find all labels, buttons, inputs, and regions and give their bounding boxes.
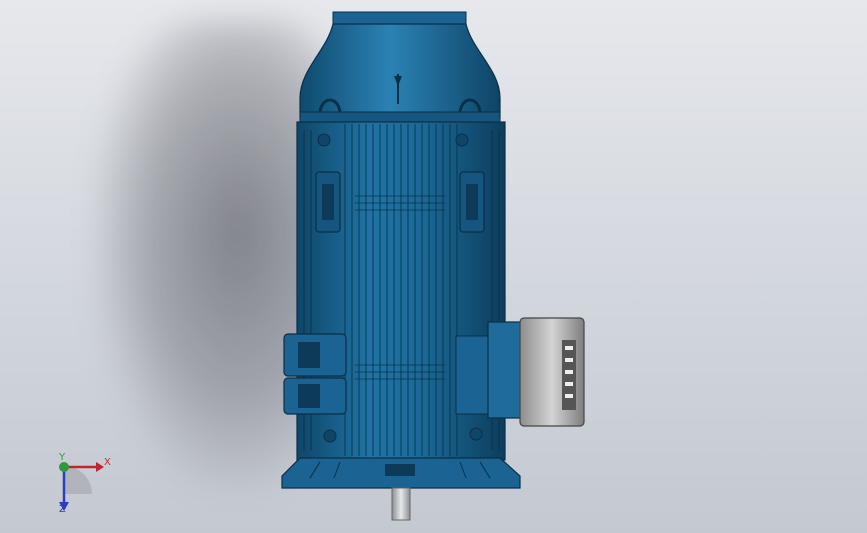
coordinate-triad: X Y Z: [40, 452, 120, 517]
graphics-viewport[interactable]: X Y Z: [0, 0, 867, 533]
y-axis-dot: [59, 462, 69, 472]
z-axis-label: Z: [59, 504, 66, 515]
y-axis-label: Y: [59, 452, 66, 463]
motor-shaft: [391, 487, 411, 521]
mounting-flange: [281, 457, 521, 489]
fan-cover: [299, 11, 501, 123]
x-axis-label: X: [104, 457, 111, 468]
motor-model[interactable]: [0, 0, 867, 533]
left-junction-boxes: [283, 333, 347, 415]
